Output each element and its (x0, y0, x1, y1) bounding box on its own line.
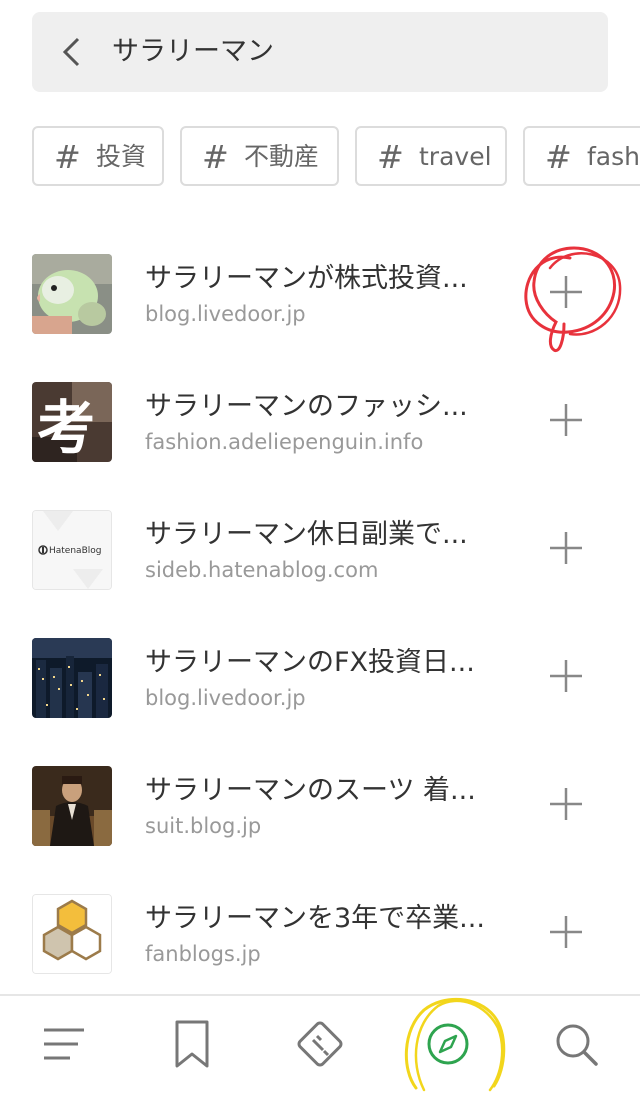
feed-domain: sideb.hatenablog.com (145, 558, 379, 582)
search-bar[interactable]: サラリーマン (32, 12, 608, 92)
tag-chip-fashion[interactable]: # fash (523, 126, 640, 186)
bookmark-icon[interactable] (162, 1014, 222, 1074)
hash-icon: # (202, 138, 229, 176)
man-in-suit-thumbnail (32, 766, 112, 846)
add-icon[interactable] (542, 780, 590, 828)
feed-title: サラリーマン休日副業で... (145, 519, 468, 550)
tag-label: fash (587, 142, 640, 171)
search-icon[interactable] (546, 1014, 606, 1074)
feed-domain: blog.livedoor.jp (145, 686, 306, 710)
feed-domain: blog.livedoor.jp (145, 302, 306, 326)
feed-title: サラリーマンのFX投資日... (145, 647, 475, 678)
kanji-text: 考 (37, 394, 95, 462)
tag-label: 投資 (96, 142, 147, 171)
add-icon[interactable] (542, 652, 590, 700)
feed-icon[interactable] (290, 1014, 350, 1074)
hatena-blog-logo-text: HatenaBlog (49, 546, 101, 556)
hash-icon: # (377, 138, 404, 176)
tag-chip-real-estate[interactable]: # 不動産 (180, 126, 339, 186)
feed-item[interactable]: サラリーマンが株式投資... blog.livedoor.jp (0, 222, 640, 350)
tag-label: 不動産 (244, 142, 320, 171)
feed-item[interactable]: サラリーマンのFX投資日... blog.livedoor.jp (0, 606, 640, 734)
add-icon[interactable] (542, 396, 590, 444)
feed-title: サラリーマンを3年で卒業... (145, 903, 485, 934)
bottom-nav-bar (0, 994, 640, 1094)
tag-list: # 投資 # 不動産 # travel # fash (0, 126, 640, 190)
search-query[interactable]: サラリーマン (112, 12, 274, 92)
feed-title: サラリーマンが株式投資... (145, 263, 468, 294)
back-chevron-icon[interactable] (60, 36, 84, 68)
feed-item[interactable]: HatenaBlog サラリーマン休日副業で... sideb.hatenabl… (0, 478, 640, 606)
feed-domain: suit.blog.jp (145, 814, 262, 838)
add-icon[interactable] (542, 268, 590, 316)
bird-photo-thumbnail (32, 254, 112, 334)
hash-icon: # (54, 138, 81, 176)
hexagon-logo-thumbnail (32, 894, 112, 974)
feed-title: サラリーマンのスーツ 着... (145, 775, 476, 806)
feed-item[interactable]: サラリーマンを3年で卒業... fanblogs.jp (0, 862, 640, 990)
feed-domain: fanblogs.jp (145, 942, 261, 966)
hash-icon: # (545, 138, 572, 176)
feed-title: サラリーマンのファッシ... (145, 391, 468, 422)
menu-icon[interactable] (34, 1014, 94, 1074)
feed-domain: fashion.adeliepenguin.info (145, 430, 424, 454)
add-icon[interactable] (542, 524, 590, 572)
city-night-thumbnail (32, 638, 112, 718)
tag-chip-investment[interactable]: # 投資 (32, 126, 164, 186)
add-icon[interactable] (542, 908, 590, 956)
compass-icon[interactable] (418, 1014, 478, 1074)
feed-item[interactable]: 考 サラリーマンのファッシ... fashion.adeliepenguin.i… (0, 350, 640, 478)
tag-chip-travel[interactable]: # travel (355, 126, 507, 186)
hatena-blog-logo-thumbnail: HatenaBlog (32, 510, 112, 590)
tag-label: travel (419, 142, 492, 171)
feed-item[interactable]: サラリーマンのスーツ 着... suit.blog.jp (0, 734, 640, 862)
kanji-thumbnail: 考 (32, 382, 112, 462)
